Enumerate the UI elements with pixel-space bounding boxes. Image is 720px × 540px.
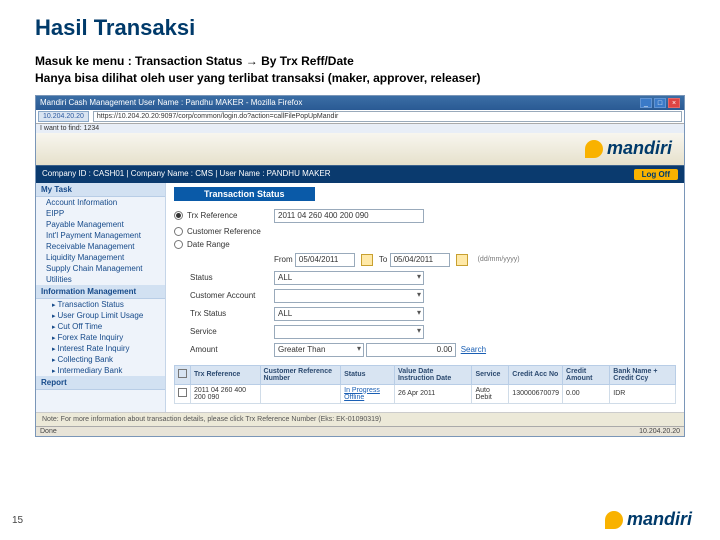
brand-logo: mandiri [607, 138, 672, 159]
status-left: Done [40, 428, 57, 435]
slide-title: Hasil Transaksi [35, 15, 685, 41]
window-controls[interactable]: _□× [638, 98, 680, 108]
status-right: 10.204.20.20 [639, 428, 680, 435]
cell-trx-ref: 2011 04 260 400 200 090 [191, 384, 261, 403]
app-banner: mandiri [36, 133, 684, 165]
from-label: From [274, 255, 293, 264]
sidebar: My Task Account Information EIPP Payable… [36, 183, 166, 412]
label-status: Status [174, 273, 274, 282]
th-bank: Bank Name + Credit Ccy [610, 365, 676, 384]
amount-input[interactable]: 0.00 [366, 343, 456, 357]
radio-trx-ref[interactable] [174, 211, 183, 220]
th-date: Value Date Instruction Date [394, 365, 472, 384]
status-bar: Done 10.204.20.20 [36, 426, 684, 436]
footer-brand-text: mandiri [627, 509, 692, 530]
cell-credit-acc: 130000670079 [509, 384, 563, 403]
radio-cust-ref[interactable] [174, 227, 183, 236]
checkbox-row[interactable] [178, 388, 187, 397]
sidebar-item[interactable]: Payable Management [36, 219, 165, 230]
sidebar-sub[interactable]: Interest Rate Inquiry [36, 343, 165, 354]
sidebar-item[interactable]: Utilities [36, 274, 165, 285]
company-info: Company ID : CASH01 | Company Name : CMS… [42, 169, 331, 180]
label-amount: Amount [174, 345, 274, 354]
service-select[interactable] [274, 325, 424, 339]
url-field[interactable]: https://10.204.20.20:9097/corp/common/lo… [93, 111, 682, 122]
sidebar-item[interactable]: EIPP [36, 208, 165, 219]
trx-status-select[interactable]: ALL [274, 307, 424, 321]
footer-logo: mandiri [605, 509, 692, 530]
status-select[interactable]: ALL [274, 271, 424, 285]
browser-titlebar: Mandiri Cash Management User Name : Pand… [36, 96, 684, 110]
find-bar: I want to find: 1234 [36, 124, 684, 133]
th-cust-ref: Customer Reference Number [260, 365, 341, 384]
calendar-icon[interactable] [361, 254, 373, 266]
sidebar-sub[interactable]: User Group Limit Usage [36, 310, 165, 321]
close-icon[interactable]: × [668, 98, 680, 108]
sidebar-sub[interactable]: Cut Off Time [36, 321, 165, 332]
amount-op-select[interactable]: Greater Than [274, 343, 364, 357]
mandiri-ribbon-icon [585, 140, 603, 158]
from-date-input[interactable]: 05/04/2011 [295, 253, 355, 267]
page-number: 15 [12, 515, 23, 526]
arrow-icon: → [246, 54, 258, 68]
mandiri-ribbon-icon [605, 511, 623, 529]
sidebar-group-mytask[interactable]: My Task [36, 183, 165, 197]
subtitle-part3: Hanya bisa dilihat oleh user yang terlib… [35, 71, 481, 85]
date-format-hint: (dd/mm/yyyy) [478, 256, 520, 263]
cell-date: 26 Apr 2011 [394, 384, 472, 403]
th-trx-ref: Trx Reference [191, 365, 261, 384]
sidebar-sub[interactable]: Intermediary Bank [36, 365, 165, 376]
site-badge: 10.204.20.20 [38, 111, 89, 122]
th-service: Service [472, 365, 509, 384]
sidebar-sub[interactable]: Forex Rate Inquiry [36, 332, 165, 343]
logoff-button[interactable]: Log Off [634, 169, 678, 180]
th-status: Status [341, 365, 395, 384]
calendar-icon[interactable] [456, 254, 468, 266]
main-panel: Transaction Status Trx Reference 2011 04… [166, 183, 684, 412]
cell-service: Auto Debit [472, 384, 509, 403]
cell-cust-ref [260, 384, 341, 403]
sidebar-item[interactable]: Receivable Management [36, 241, 165, 252]
address-bar: 10.204.20.20 https://10.204.20.20:9097/c… [36, 110, 684, 124]
results-table: Trx Reference Customer Reference Number … [174, 365, 676, 404]
sidebar-item[interactable]: Liquidity Management [36, 252, 165, 263]
search-link[interactable]: Search [461, 345, 486, 354]
cust-acc-select[interactable] [274, 289, 424, 303]
section-title: Transaction Status [174, 187, 315, 201]
to-date-input[interactable]: 05/04/2011 [390, 253, 450, 267]
sidebar-item[interactable]: Account Information [36, 197, 165, 208]
sidebar-item[interactable]: Supply Chain Management [36, 263, 165, 274]
slide-subtitle: Masuk ke menu : Transaction Status → By … [35, 53, 685, 87]
subtitle-part2: By Trx Reff/Date [261, 54, 354, 68]
to-label: To [379, 255, 387, 264]
th-credit-acc: Credit Acc No [509, 365, 563, 384]
cell-credit-amt: 0.00 [563, 384, 610, 403]
browser-title: Mandiri Cash Management User Name : Pand… [40, 98, 302, 107]
subtitle-part1: Masuk ke menu : Transaction Status [35, 54, 242, 68]
label-trx-status: Trx Status [174, 309, 274, 318]
browser-window: Mandiri Cash Management User Name : Pand… [35, 95, 685, 437]
th-credit-amt: Credit Amount [563, 365, 610, 384]
info-bar: Company ID : CASH01 | Company Name : CMS… [36, 165, 684, 183]
sidebar-item[interactable]: Int'l Payment Management [36, 230, 165, 241]
maximize-icon[interactable]: □ [654, 98, 666, 108]
table-row[interactable]: 2011 04 260 400 200 090 In Progress Offl… [175, 384, 676, 403]
sidebar-sub-trx-status[interactable]: Transaction Status [36, 299, 165, 310]
radio-date-range[interactable] [174, 240, 183, 249]
label-trx-ref: Trx Reference [187, 211, 237, 220]
footer-note: Note: For more information about transac… [36, 412, 684, 426]
label-cust-acc: Customer Account [174, 291, 274, 300]
cell-bank: IDR [610, 384, 676, 403]
sidebar-sub[interactable]: Collecting Bank [36, 354, 165, 365]
label-date-range: Date Range [187, 240, 230, 249]
label-cust-ref: Customer Reference [187, 227, 261, 236]
trx-ref-input[interactable]: 2011 04 260 400 200 090 [274, 209, 424, 223]
checkbox-all[interactable] [178, 369, 187, 378]
minimize-icon[interactable]: _ [640, 98, 652, 108]
sidebar-group-report[interactable]: Report [36, 376, 165, 390]
cell-status[interactable]: In Progress Offline [344, 387, 380, 401]
sidebar-group-info[interactable]: Information Management [36, 285, 165, 299]
label-service: Service [174, 327, 274, 336]
